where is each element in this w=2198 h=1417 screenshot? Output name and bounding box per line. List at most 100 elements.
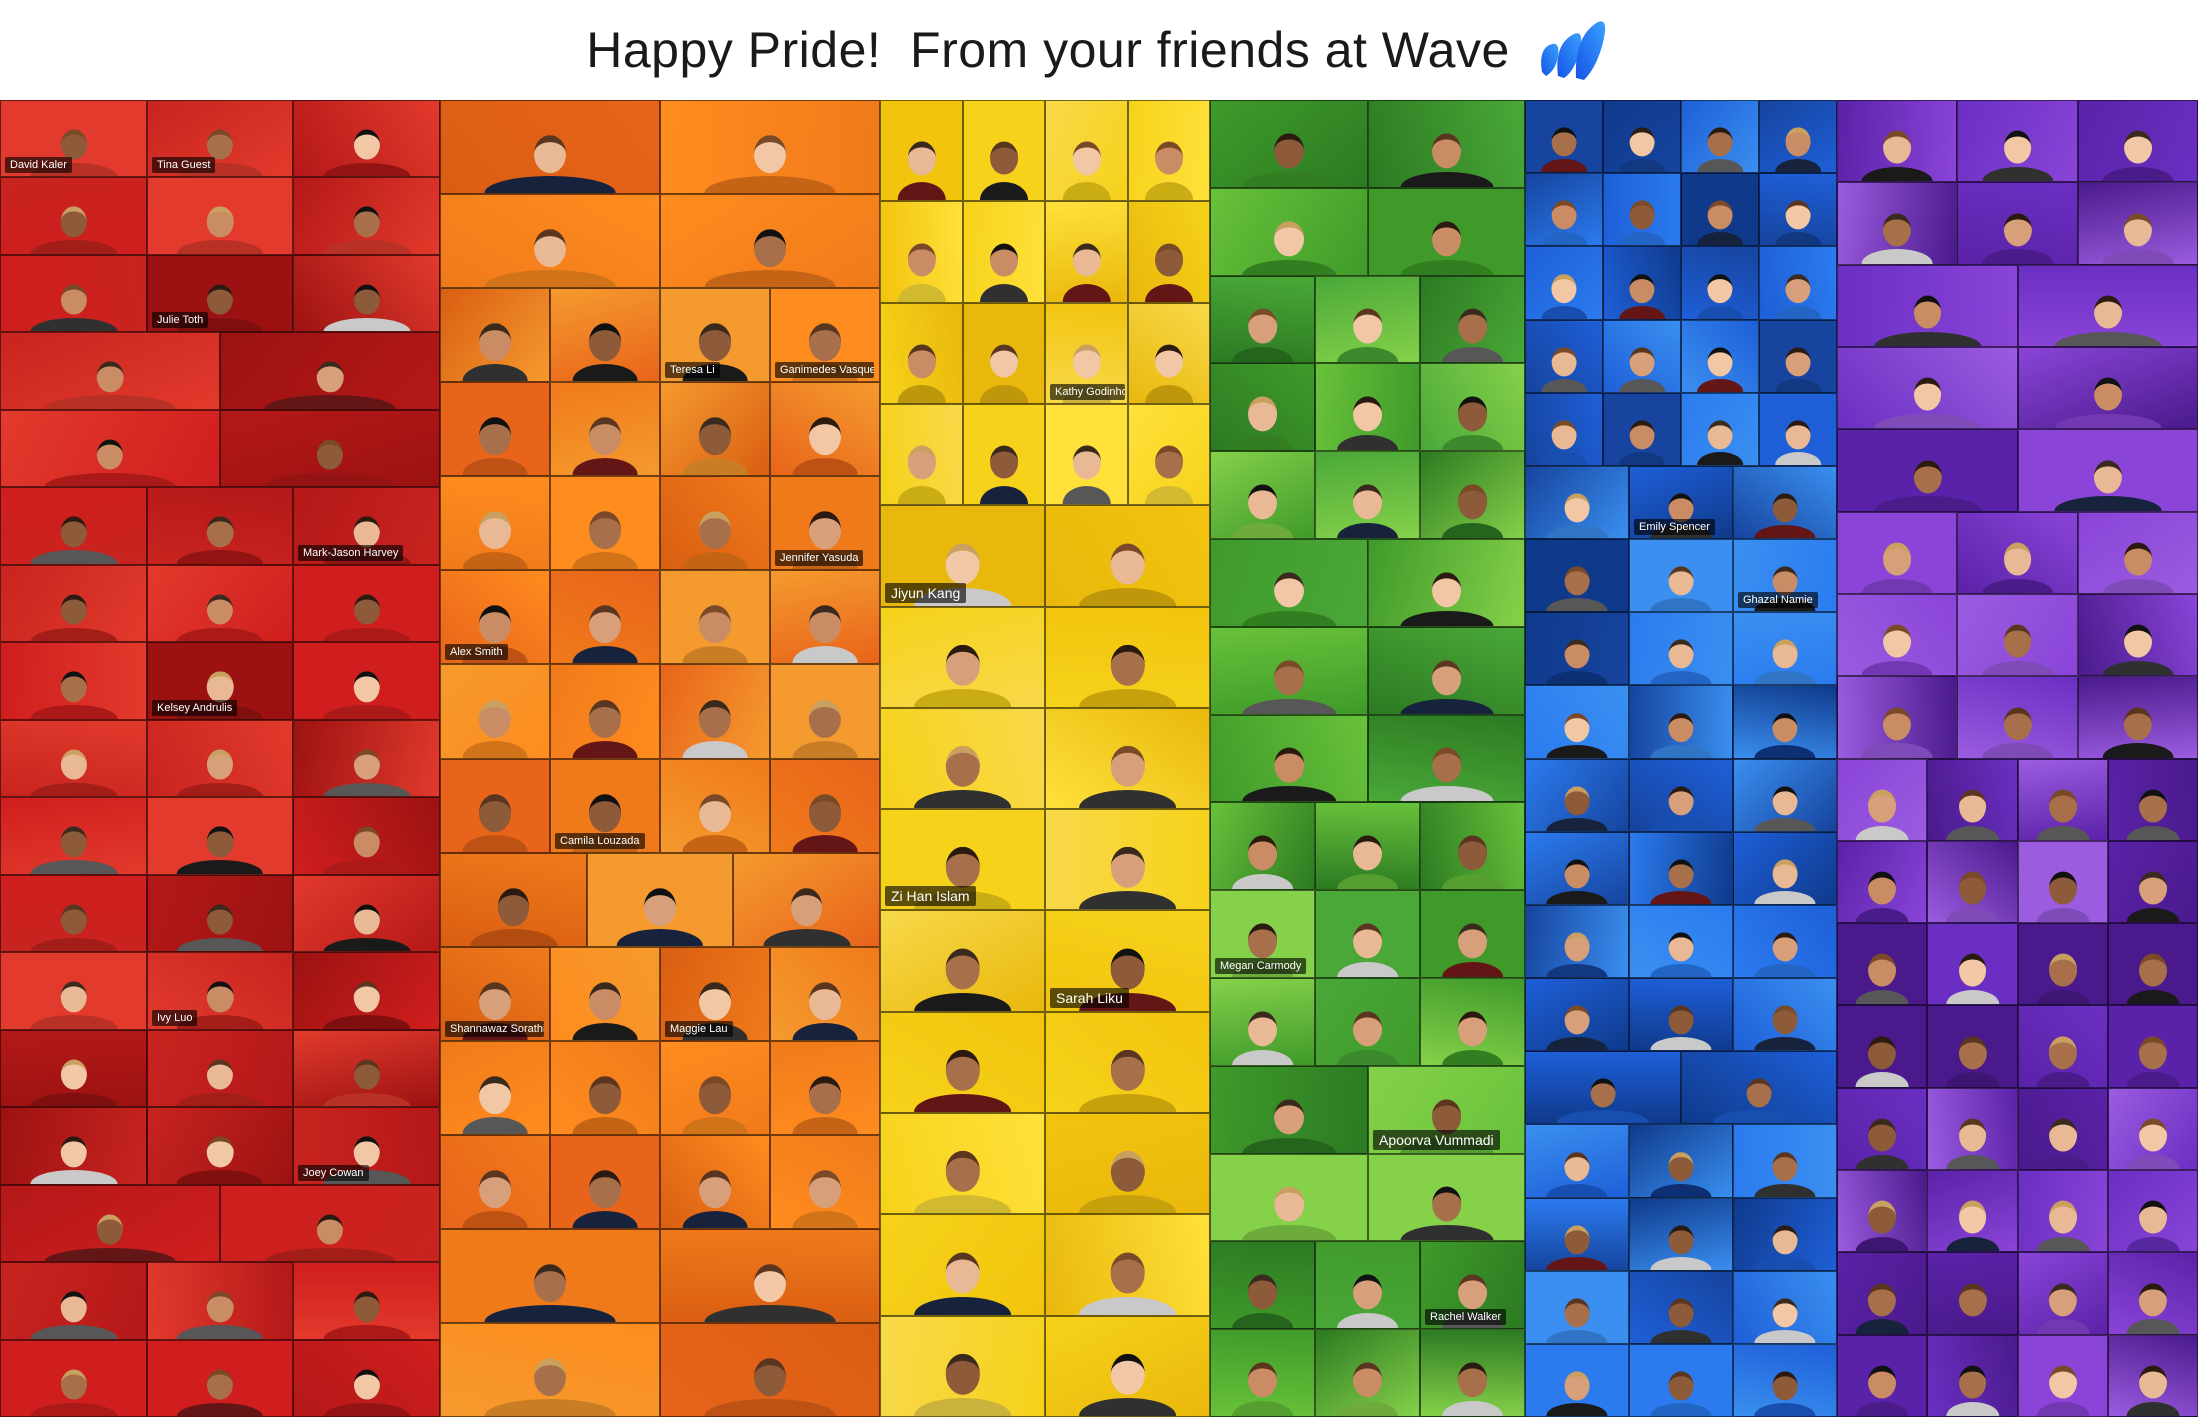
participant-body	[1775, 306, 1821, 319]
video-tile	[2018, 1252, 2108, 1335]
video-tile	[1210, 802, 1315, 890]
participant-body	[1945, 1072, 2000, 1087]
participant-face	[1247, 396, 1278, 432]
participant-face	[2124, 130, 2152, 164]
participant-body	[1078, 1398, 1177, 1416]
participant-body	[682, 646, 748, 663]
participant-face	[1958, 1200, 1987, 1234]
participant-name-label: Megan Carmody	[1215, 958, 1307, 974]
participant-face	[698, 699, 732, 738]
participant-face	[206, 904, 234, 935]
participant-body	[1546, 598, 1608, 611]
participant-face	[699, 605, 731, 644]
participant-face	[206, 1059, 234, 1090]
participant-face	[1668, 566, 1694, 596]
participant-body	[980, 486, 1028, 504]
video-tile	[660, 664, 770, 759]
participant-name-label: Ivy Luo	[152, 1010, 198, 1026]
participant-body	[1650, 964, 1712, 977]
participant-body	[1541, 452, 1587, 465]
participant-body	[913, 689, 1012, 707]
participant-face	[945, 1050, 980, 1091]
video-tile	[1525, 539, 1629, 612]
participant-face	[1247, 1011, 1278, 1047]
participant-face	[1668, 712, 1694, 743]
video-tile	[1629, 832, 1733, 905]
video-tile	[1837, 1005, 1927, 1088]
participant-face	[1457, 308, 1488, 344]
video-tile	[1681, 246, 1759, 320]
participant-face	[353, 904, 380, 935]
video-tile	[1315, 978, 1420, 1066]
video-tile	[770, 1041, 880, 1135]
participant-body	[1546, 818, 1608, 831]
video-tile	[770, 382, 880, 476]
participant-face	[589, 1076, 621, 1115]
participant-face	[534, 1358, 566, 1397]
video-tile	[1629, 759, 1733, 832]
participant-body	[1981, 166, 2054, 181]
participant-body	[1619, 159, 1665, 172]
participant-body	[2036, 1236, 2090, 1251]
participant-body	[792, 741, 858, 758]
participant-body	[30, 1402, 117, 1416]
participant-face	[1882, 707, 1912, 741]
video-tile	[1681, 320, 1759, 393]
participant-face	[479, 1170, 511, 1209]
participant-face	[1629, 200, 1655, 230]
video-tile	[1629, 1198, 1733, 1271]
participant-face	[1772, 712, 1798, 743]
video-tile: Jiyun Kang	[880, 505, 1045, 607]
participant-body	[1441, 522, 1504, 538]
video-tile	[1759, 246, 1837, 320]
participant-body	[980, 385, 1028, 403]
participant-body	[2036, 1401, 2090, 1416]
video-tile	[147, 1107, 293, 1185]
participant-face	[1785, 347, 1811, 377]
participant-body	[1242, 698, 1336, 714]
participant-body	[1242, 785, 1336, 801]
video-tile	[1927, 841, 2018, 923]
video-tile	[1315, 363, 1420, 451]
participant-name-label: Teresa Li	[665, 362, 720, 378]
video-tile	[1603, 173, 1681, 246]
video-tile	[2108, 1088, 2198, 1170]
video-tile	[880, 910, 1045, 1012]
video-tile	[1420, 363, 1525, 451]
participant-face	[2048, 1036, 2078, 1070]
participant-face	[1274, 572, 1304, 608]
participant-body	[682, 741, 748, 758]
participant-face	[2094, 377, 2122, 411]
video-tile	[1733, 1271, 1837, 1344]
participant-face	[1868, 1200, 1896, 1234]
participant-body	[30, 782, 117, 796]
participant-body	[1556, 1110, 1650, 1123]
participant-body	[1231, 1312, 1294, 1328]
participant-face	[1883, 542, 1911, 576]
participant-face	[479, 417, 511, 456]
video-tile: Alex Smith	[440, 570, 550, 664]
video-tile	[440, 1041, 550, 1135]
participant-body	[1619, 306, 1665, 319]
participant-face	[60, 749, 87, 780]
participant-face	[1668, 1371, 1694, 1401]
participant-body	[1754, 1037, 1816, 1050]
video-tile	[1525, 320, 1603, 393]
participant-name-label: Jiyun Kang	[885, 583, 967, 603]
participant-body	[1619, 452, 1665, 465]
participant-body	[792, 1211, 858, 1228]
participant-body	[462, 458, 528, 475]
participant-face	[2003, 707, 2032, 741]
video-tile	[293, 952, 440, 1030]
video-tile	[550, 947, 660, 1041]
participant-name-label: Alex Smith	[445, 644, 508, 660]
participant-body	[913, 993, 1012, 1011]
participant-body	[470, 929, 557, 946]
video-tile	[1733, 466, 1837, 539]
participant-body	[484, 1305, 616, 1322]
video-tile	[1210, 539, 1368, 627]
participant-face	[1155, 243, 1183, 277]
participant-body	[1231, 1049, 1294, 1065]
participant-face	[1913, 295, 1942, 329]
video-tile	[1525, 759, 1629, 832]
